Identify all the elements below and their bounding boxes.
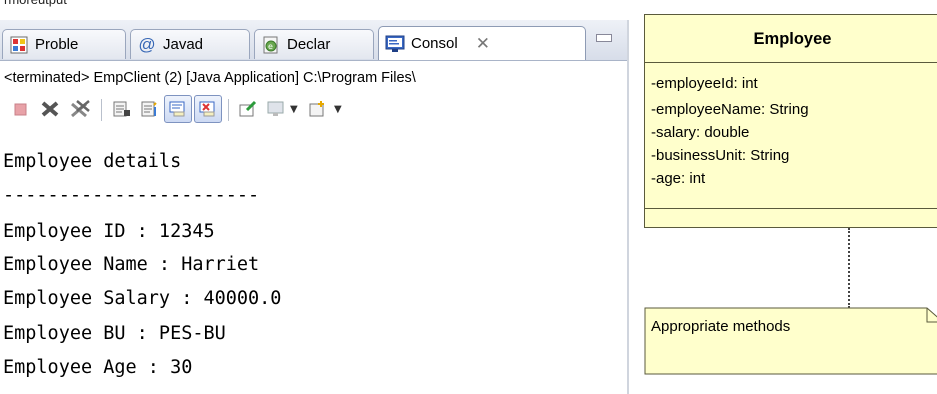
tab-label: Declar: [287, 36, 331, 53]
tab-console[interactable]: Consol ✕: [378, 26, 586, 60]
class-attribute: -age: int: [651, 170, 706, 187]
cropped-text: rmoreutput: [4, 0, 67, 7]
tab-declaration[interactable]: e Declar: [254, 29, 374, 59]
terminate-icon[interactable]: [6, 95, 34, 123]
console-line: -----------------------: [3, 185, 260, 206]
uml-class-employee: Employee -employeeId: int -employeeName:…: [644, 14, 937, 228]
tab-problems[interactable]: Proble: [2, 29, 126, 59]
class-attribute: -businessUnit: String: [651, 147, 790, 164]
remove-all-terminated-icon[interactable]: [66, 95, 94, 123]
toolbar-separator: [101, 99, 102, 121]
svg-text:e: e: [268, 42, 273, 51]
console-output[interactable]: Employee details -----------------------…: [0, 140, 629, 394]
toolbar-separator: [228, 99, 229, 121]
class-name: Employee: [645, 15, 937, 63]
tab-label: Javad: [163, 36, 204, 53]
uml-diagram: Employee -employeeId: int -employeeName:…: [640, 0, 937, 394]
console-icon: [385, 34, 405, 54]
note-connector: [848, 228, 850, 308]
class-attribute: -employeeName: String: [651, 101, 809, 118]
console-status-line: <terminated> EmpClient (2) [Java Applica…: [4, 70, 416, 86]
problems-icon: [9, 35, 29, 55]
tab-label: Consol: [411, 35, 458, 52]
javadoc-at-icon: @: [138, 34, 156, 54]
class-attribute: -salary: double: [651, 124, 750, 141]
class-attribute: -employeeId: int: [651, 75, 758, 92]
display-selected-console-icon[interactable]: [262, 95, 290, 123]
view-tab-bar: Proble @ Javad e Declar Consol ✕: [0, 20, 629, 61]
remove-launch-icon[interactable]: [36, 95, 64, 123]
pin-console-icon[interactable]: [234, 95, 262, 123]
console-line: Employee ID : 12345: [3, 221, 215, 242]
note-text: Appropriate methods: [651, 318, 791, 335]
chevron-down-icon[interactable]: ▼: [290, 104, 298, 115]
minimize-view-button[interactable]: [596, 34, 612, 42]
console-view-panel: rmoreutput Proble @ Javad: [0, 0, 629, 394]
show-on-stderr-icon[interactable]: [194, 95, 222, 123]
console-line: Employee BU : PES-BU: [3, 323, 226, 344]
console-line: Employee Salary : 40000.0: [3, 288, 282, 309]
panel-divider: [627, 20, 629, 394]
open-console-icon[interactable]: [304, 95, 332, 123]
cropped-top-edge: rmoreutput: [0, 0, 629, 20]
show-on-stdout-icon[interactable]: [164, 95, 192, 123]
console-toolbar: ▼ ▼: [0, 90, 629, 128]
scroll-lock-icon[interactable]: [108, 95, 136, 123]
console-line: Employee Name : Harriet: [3, 254, 260, 275]
console-line: Employee details: [3, 151, 182, 172]
tab-javadoc[interactable]: @ Javad: [130, 29, 250, 59]
console-line: Employee Age : 30: [3, 357, 193, 378]
tab-label: Proble: [35, 36, 79, 53]
declaration-icon: e: [261, 35, 281, 55]
chevron-down-icon[interactable]: ▼: [334, 104, 342, 115]
operations-separator: [645, 208, 937, 209]
close-icon[interactable]: ✕: [476, 34, 490, 54]
clear-console-icon[interactable]: [136, 95, 164, 123]
